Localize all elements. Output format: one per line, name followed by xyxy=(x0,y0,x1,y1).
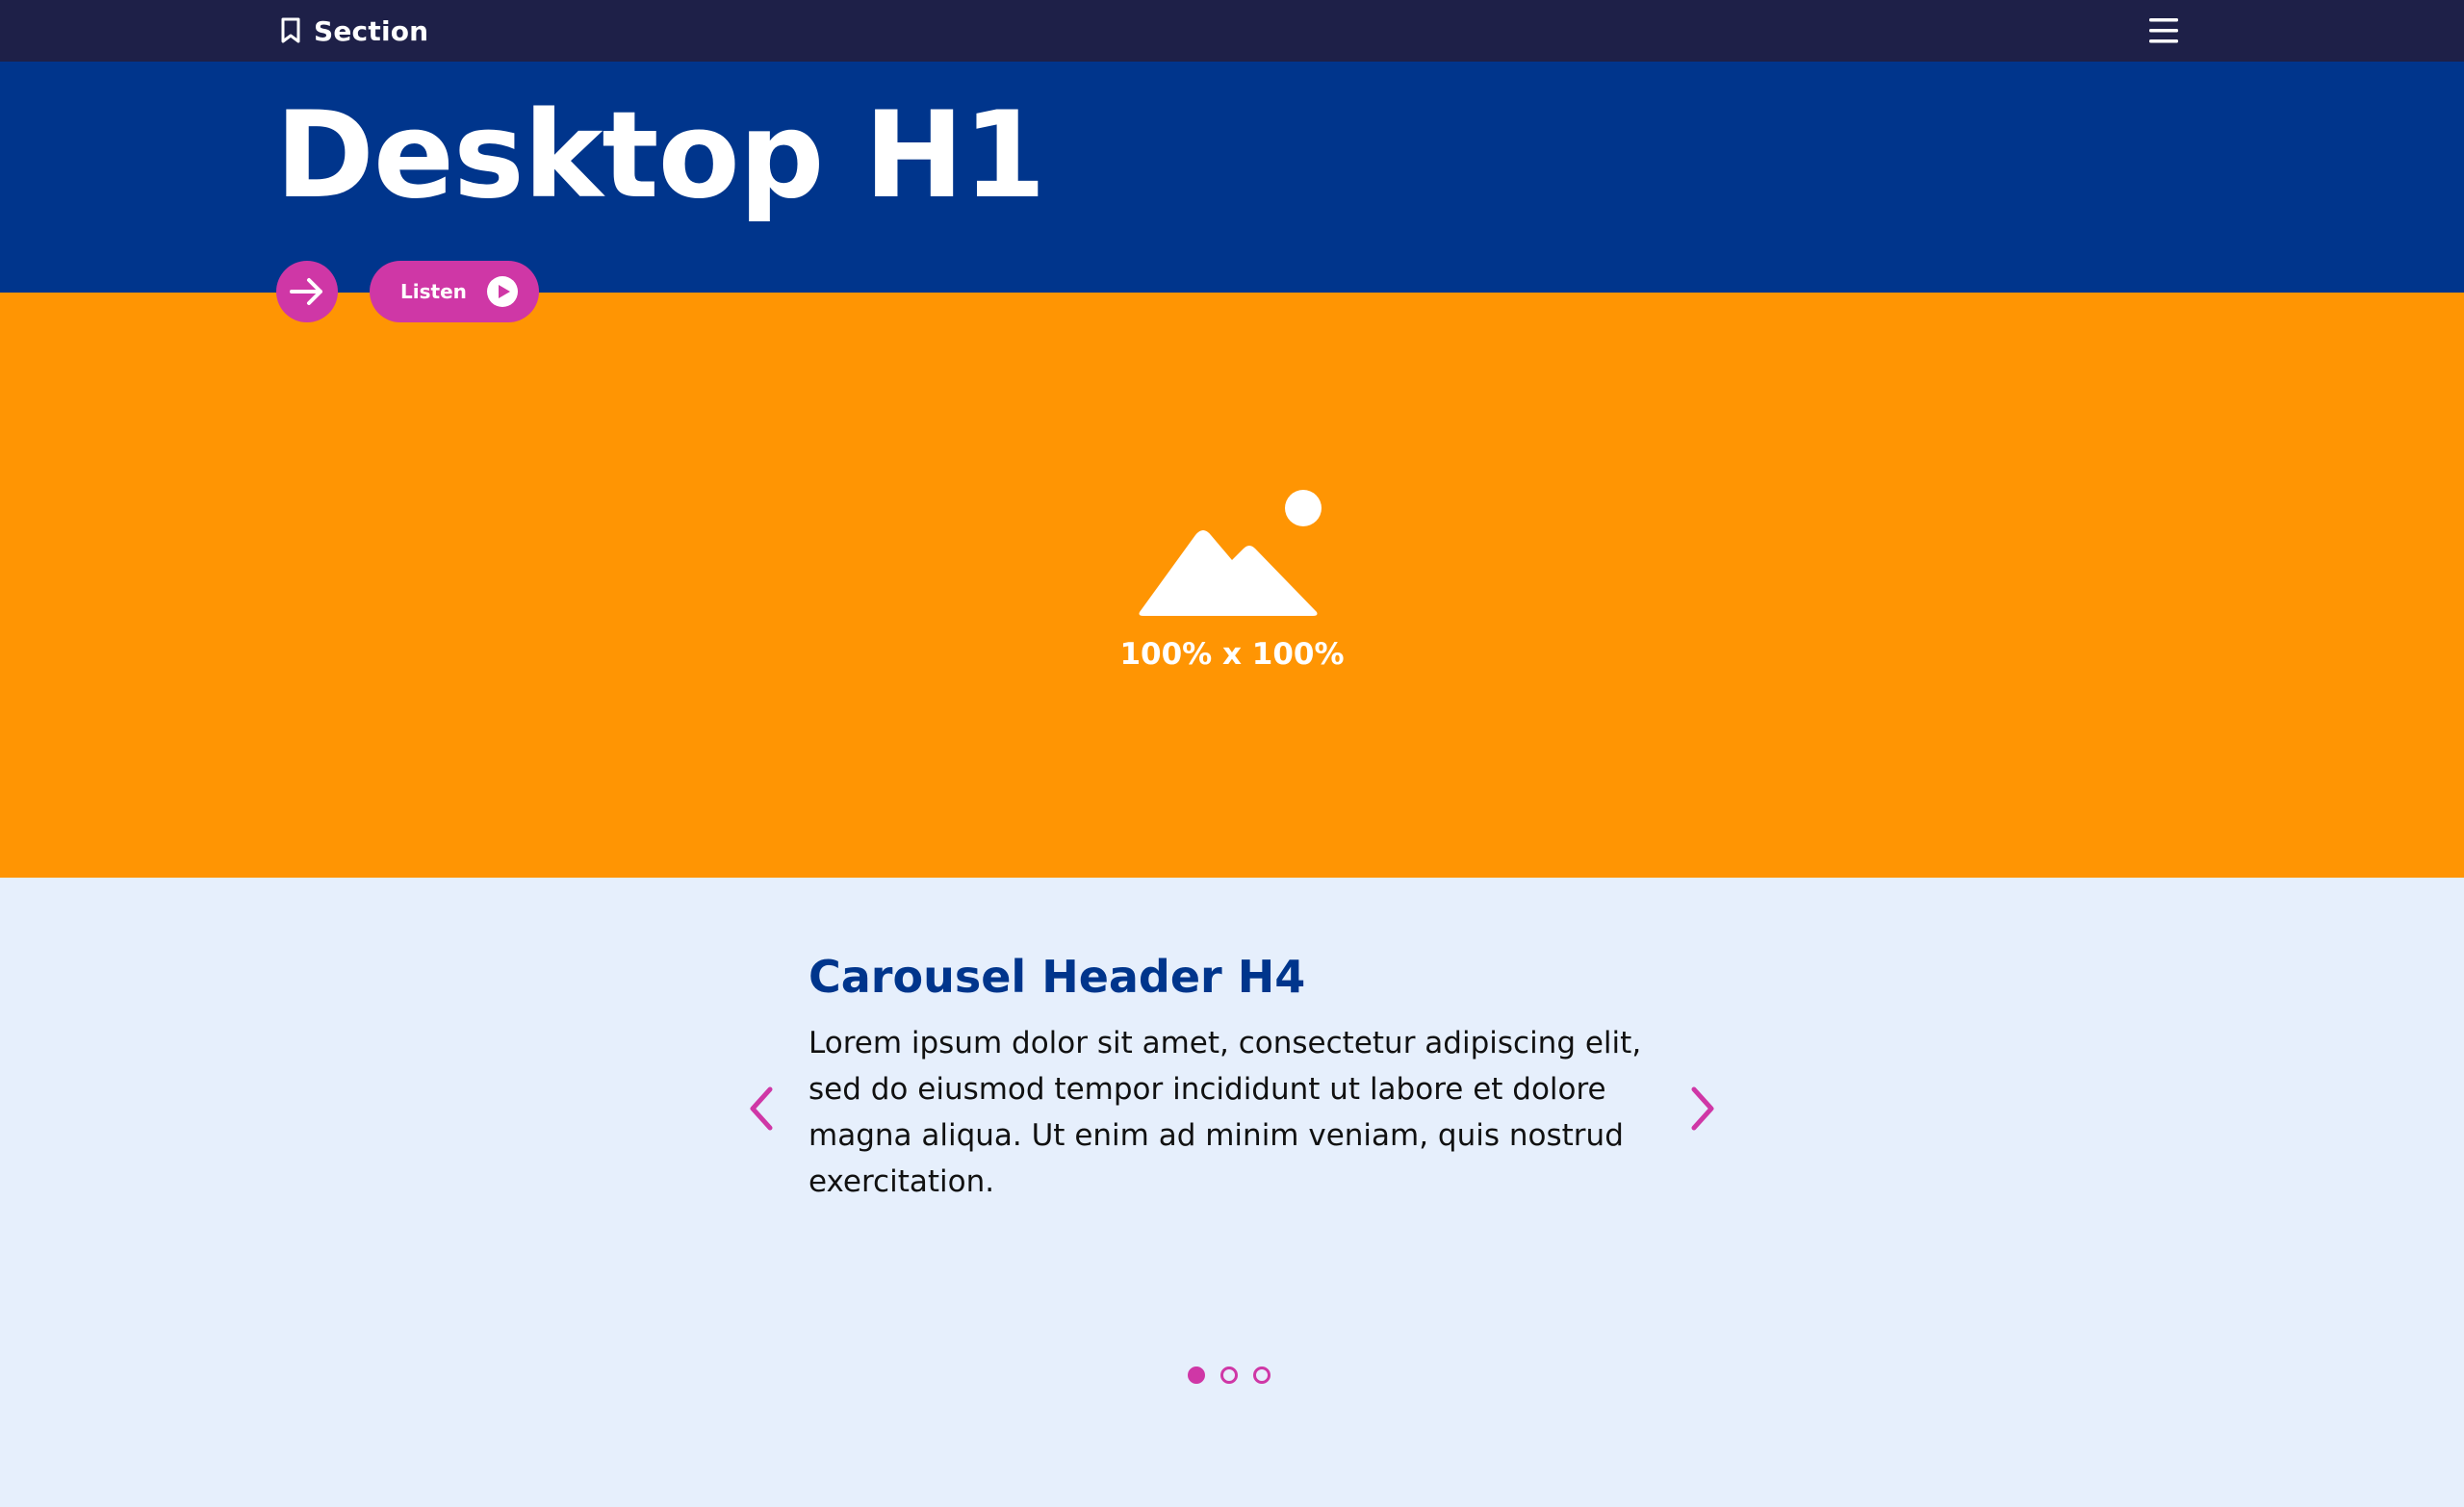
chevron-right-icon xyxy=(1682,1084,1721,1134)
hamburger-menu-icon xyxy=(2146,13,2181,48)
section-link[interactable]: Section xyxy=(279,12,428,50)
hamburger-menu-button[interactable] xyxy=(2146,13,2181,48)
arrow-button[interactable] xyxy=(276,261,338,322)
play-circle-icon xyxy=(486,275,519,308)
carousel-next-button[interactable] xyxy=(1682,1084,1721,1134)
bookmark-icon xyxy=(279,17,302,44)
carousel-text: Lorem ipsum dolor sit amet, consectetur … xyxy=(808,1026,1642,1199)
top-nav-bar: Section xyxy=(0,0,2464,62)
carousel-dot-3[interactable] xyxy=(1253,1367,1270,1384)
carousel-dot-1[interactable] xyxy=(1188,1367,1205,1384)
carousel-title: Carousel Header H4 xyxy=(808,951,1306,1003)
listen-button[interactable]: Listen xyxy=(370,261,539,322)
page-title: Desktop H1 xyxy=(275,87,1046,225)
carousel-pagination xyxy=(1188,1367,1270,1384)
section-label: Section xyxy=(314,14,429,47)
carousel-prev-button[interactable] xyxy=(743,1084,782,1134)
image-placeholder-icon xyxy=(1136,489,1322,618)
chevron-left-icon xyxy=(743,1084,782,1134)
listen-label: Listen xyxy=(400,280,467,303)
carousel-dot-2[interactable] xyxy=(1220,1367,1238,1384)
image-size-label: 100% x 100% xyxy=(1119,637,1345,672)
arrow-right-icon xyxy=(288,272,326,311)
